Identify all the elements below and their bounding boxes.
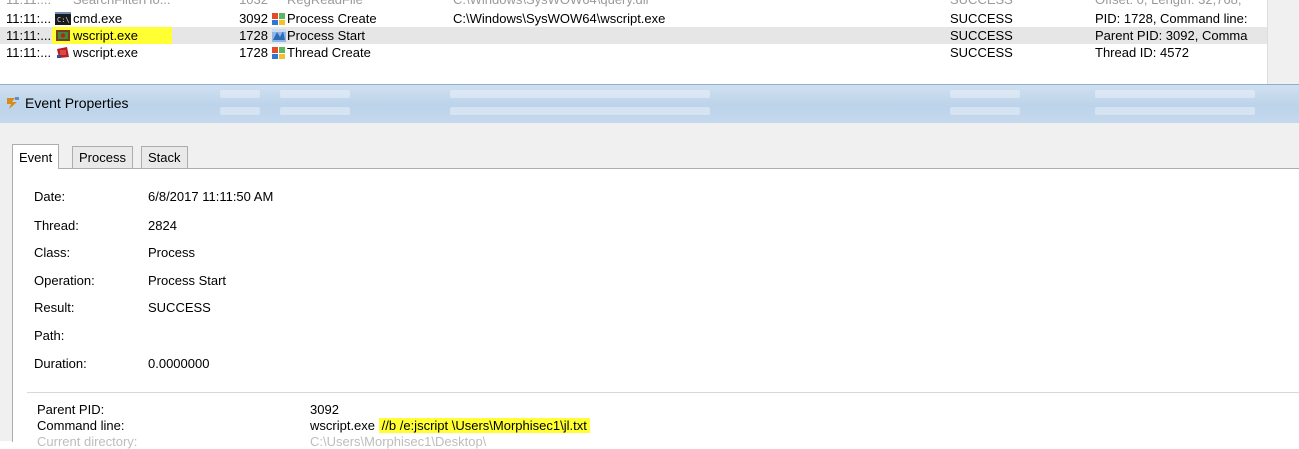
console-icon: C:\ (55, 12, 71, 25)
row-path: C:\Windows\SysWOW64\wscript.exe (453, 11, 666, 26)
svg-text:C:\: C:\ (57, 16, 70, 24)
current-directory-value: C:\Users\Morphisec1\Desktop\ (310, 434, 487, 449)
operation-value: Process Start (148, 273, 227, 288)
result-label: Result: (34, 300, 75, 315)
row-process-name: cmd.exe (73, 11, 123, 26)
script-host-icon (55, 46, 71, 59)
row-operation: Process Create (287, 11, 377, 26)
row-time: 11:11:... (6, 11, 52, 26)
background-rows-ghost (0, 85, 1299, 123)
process-start-icon (271, 28, 287, 43)
parent-pid-value: 3092 (310, 402, 339, 417)
row-operation: Thread Create (287, 45, 371, 60)
table-row[interactable]: 11:11:... C:\ cmd.exe 3092 Process Creat… (0, 10, 1268, 27)
duration-label: Duration: (34, 356, 87, 371)
command-line-label: Command line: (37, 418, 125, 433)
command-line-args-highlighted: //b /e:jscript \Users\Morphisec1\jl.txt (378, 418, 590, 433)
result-value: SUCCESS (148, 300, 211, 315)
operation-label: Operation: (34, 273, 95, 288)
tab-stack[interactable]: Stack (141, 146, 188, 168)
thread-value: 2824 (148, 218, 177, 233)
date-label: Date: (34, 189, 66, 204)
row-process-name: wscript.exe (73, 28, 139, 43)
row-result: SUCCESS (950, 11, 1013, 26)
thread-label: Thread: (34, 218, 79, 233)
tab-process[interactable]: Process (72, 146, 133, 168)
row-time: 11:11:... (6, 28, 52, 43)
row-detail: Parent PID: 3092, Comma (1095, 28, 1248, 43)
script-host-icon (55, 29, 71, 42)
row-detail: PID: 1728, Command line: (1095, 11, 1248, 26)
command-line-exe: wscript.exe (310, 418, 376, 433)
row-process-name: wscript.exe (73, 45, 139, 60)
table-row[interactable]: 11:11:... wscript.exe 1728 Process Start… (0, 27, 1268, 44)
path-label: Path: (34, 328, 65, 343)
duration-value: 0.0000000 (148, 356, 210, 371)
row-result: SUCCESS (950, 45, 1013, 60)
event-tab-panel: Date: 6/8/2017 11:11:50 AM Thread: 2824 … (12, 168, 1299, 449)
row-detail: Thread ID: 4572 (1095, 45, 1189, 60)
command-line-value[interactable]: wscript.exe //b /e:jscript \Users\Morphi… (310, 418, 590, 433)
vertical-scrollbar[interactable] (1267, 0, 1299, 84)
table-row[interactable]: 11:11:... wscript.exe 1728 Thread Create… (0, 44, 1268, 61)
dialog-title: Event Properties (25, 95, 129, 111)
row-operation: Process Start (287, 28, 366, 43)
section-divider (27, 392, 1299, 393)
thread-create-icon (271, 45, 287, 60)
row-time: 11:11:... (6, 45, 52, 60)
row-pid: 1728 (239, 28, 268, 43)
date-value: 6/8/2017 11:11:50 AM (148, 189, 274, 204)
event-properties-dialog: Event Process Stack Date: 6/8/2017 11:11… (0, 123, 1299, 449)
table-row[interactable]: 11:11:... SearchFilterHo... 1032 RegRead… (0, 0, 1268, 8)
tab-event[interactable]: Event (12, 144, 60, 169)
process-list: 11:11:... SearchFilterHo... 1032 RegRead… (0, 0, 1299, 84)
class-label: Class: (34, 245, 71, 260)
process-create-icon (271, 11, 287, 26)
current-directory-label: Current directory: (37, 434, 138, 449)
parent-pid-label: Parent PID: (37, 402, 105, 417)
class-value: Process (148, 245, 195, 260)
event-properties-icon (6, 96, 20, 110)
dialog-titlebar[interactable]: Event Properties (0, 84, 1299, 123)
row-pid: 1728 (239, 45, 268, 60)
row-pid: 3092 (239, 11, 268, 26)
row-result: SUCCESS (950, 28, 1013, 43)
